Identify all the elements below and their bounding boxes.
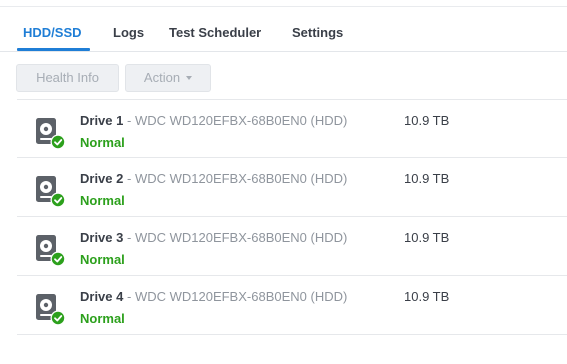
drive-model: - WDC WD120EFBX-68B0EN0 (HDD)	[127, 230, 348, 245]
drive-title: Drive 3 - WDC WD120EFBX-68B0EN0 (HDD)	[80, 230, 347, 245]
tab-hdd-ssd[interactable]: HDD/SSD	[23, 25, 82, 40]
tab-settings[interactable]: Settings	[292, 25, 343, 40]
drive-row[interactable]: Drive 3 - WDC WD120EFBX-68B0EN0 (HDD) 10…	[17, 217, 567, 276]
drive-name: Drive 4	[80, 289, 124, 304]
tab-test-scheduler[interactable]: Test Scheduler	[169, 25, 261, 40]
health-info-button-label: Health Info	[36, 70, 99, 85]
drive-size: 10.9 TB	[404, 289, 450, 304]
drive-name: Drive 3	[80, 230, 124, 245]
drive-row[interactable]: Drive 2 - WDC WD120EFBX-68B0EN0 (HDD) 10…	[17, 158, 567, 217]
drive-row[interactable]: Drive 4 - WDC WD120EFBX-68B0EN0 (HDD) 10…	[17, 276, 567, 335]
drive-title: Drive 4 - WDC WD120EFBX-68B0EN0 (HDD)	[80, 289, 347, 304]
chevron-down-icon	[186, 75, 193, 80]
drive-name: Drive 1	[80, 113, 124, 128]
drive-title: Drive 2 - WDC WD120EFBX-68B0EN0 (HDD)	[80, 171, 347, 186]
tab-bar: HDD/SSD Logs Test Scheduler Settings	[0, 8, 567, 52]
drive-list: Drive 1 - WDC WD120EFBX-68B0EN0 (HDD) 10…	[17, 99, 567, 335]
hdd-icon	[36, 294, 66, 326]
drive-status: Normal	[80, 193, 125, 208]
health-info-button[interactable]: Health Info	[16, 64, 119, 92]
drive-name: Drive 2	[80, 171, 124, 186]
hdd-icon	[36, 176, 66, 208]
drive-model: - WDC WD120EFBX-68B0EN0 (HDD)	[127, 289, 348, 304]
action-button[interactable]: Action	[125, 64, 211, 92]
drive-size: 10.9 TB	[404, 171, 450, 186]
drive-row[interactable]: Drive 1 - WDC WD120EFBX-68B0EN0 (HDD) 10…	[17, 99, 567, 158]
drive-size: 10.9 TB	[404, 230, 450, 245]
top-divider	[0, 6, 567, 7]
drive-status: Normal	[80, 252, 125, 267]
hdd-icon	[36, 235, 66, 267]
drive-size: 10.9 TB	[404, 113, 450, 128]
hdd-icon	[36, 118, 66, 150]
drive-model: - WDC WD120EFBX-68B0EN0 (HDD)	[127, 171, 348, 186]
active-tab-indicator	[17, 48, 90, 51]
action-button-label: Action	[143, 70, 181, 85]
drive-status: Normal	[80, 311, 125, 326]
drive-model: - WDC WD120EFBX-68B0EN0 (HDD)	[127, 113, 348, 128]
drive-status: Normal	[80, 135, 125, 150]
drive-title: Drive 1 - WDC WD120EFBX-68B0EN0 (HDD)	[80, 113, 347, 128]
tab-logs[interactable]: Logs	[113, 25, 144, 40]
